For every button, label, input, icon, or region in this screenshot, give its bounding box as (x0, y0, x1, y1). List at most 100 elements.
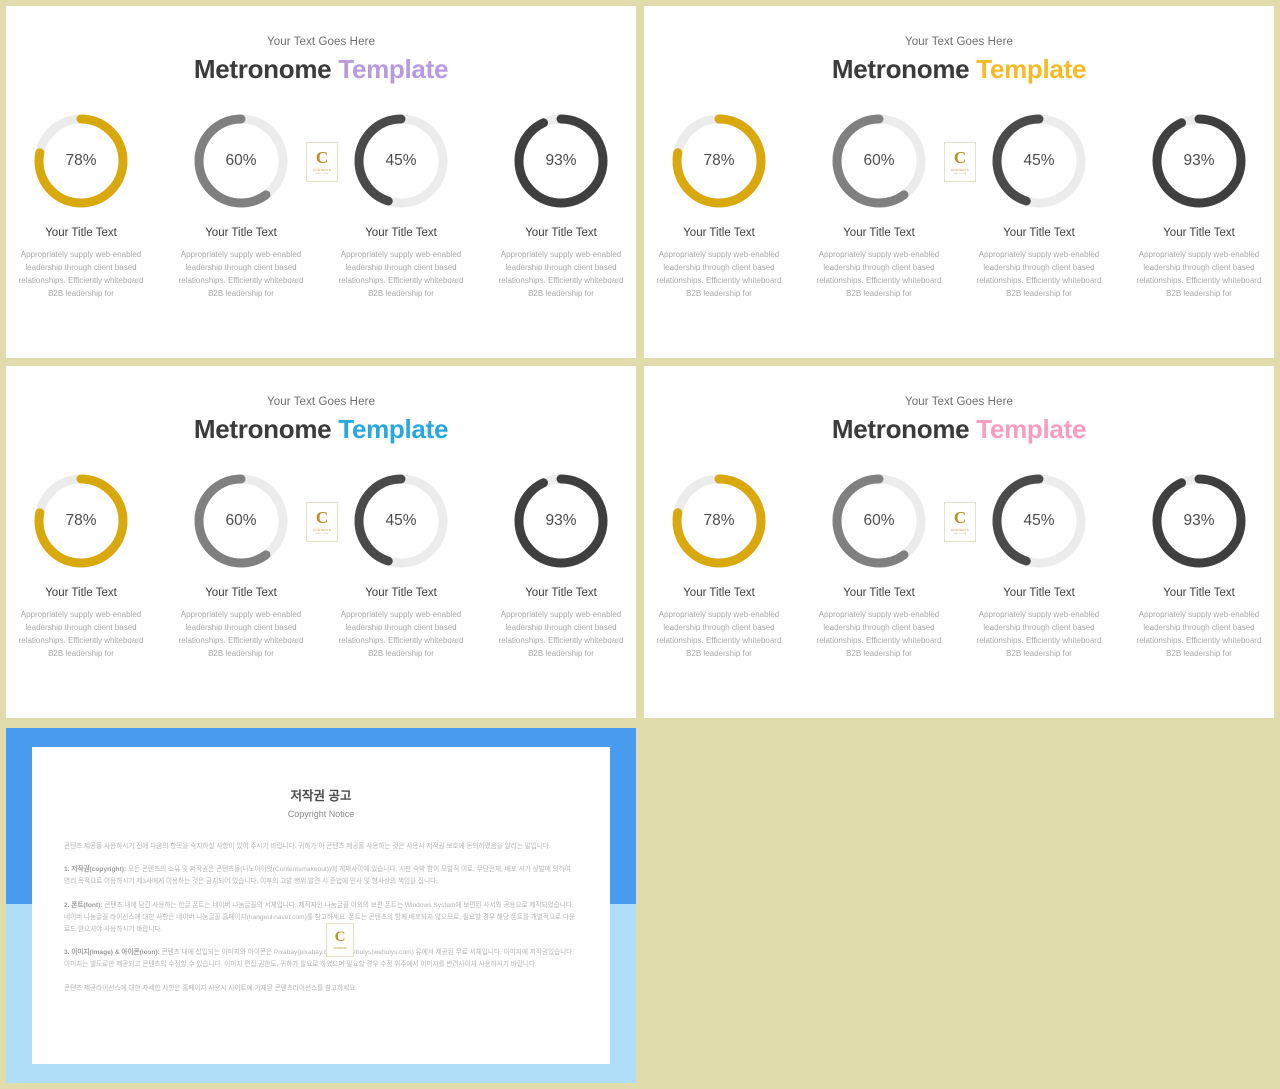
logo-mark: C (953, 508, 967, 527)
donut-chart-item: 93% Your Title Text Appropriately supply w… (499, 471, 623, 661)
donut-item-body: Appropriately supply web-enabled leaders… (178, 610, 304, 658)
donut-item-body: Appropriately supply web-enabled leaders… (338, 250, 464, 298)
logo-mark-sub: CONTENTS (333, 947, 347, 950)
donut-chart-item: 78% Your Title Text Appropriately supply w… (19, 471, 143, 661)
copyright-footer: 콘텐츠 제공라이선스에 대한 자세한 사항은 홈페이지 사용시 사이트에 기재된… (64, 984, 358, 992)
slide-headline: Metronome Template (6, 414, 636, 445)
donut-percent-label: 45% (385, 152, 417, 169)
donut-item-body: Appropriately supply web-enabled leaders… (976, 610, 1102, 658)
slide-eyebrow: Your Text Goes Here (266, 36, 376, 48)
copyright-section-heading: 3. 이미지(image) & 아이콘(icon): (64, 949, 160, 957)
donut-item-body: Appropriately supply web-enabled leaders… (338, 610, 464, 658)
donut-item-body: Appropriately supply web-enabled leaders… (18, 250, 144, 298)
donut-item-title: Your Title Text (683, 587, 755, 599)
copyright-intro: 콘텐츠 제공물 사용하시기 전에 다음의 항목을 숙지하실 사항이 있어 주시기… (64, 843, 551, 850)
donut-chart: 78% (669, 471, 769, 571)
donut-item-title: Your Title Text (1003, 227, 1075, 239)
headline-accent: Template (976, 414, 1087, 444)
donut-percent-label: 78% (65, 152, 97, 169)
donut-chart: 93% (511, 111, 611, 211)
headline-accent: Template (338, 414, 449, 444)
donut-percent-label: 93% (545, 512, 577, 529)
donut-item-title: Your Title Text (843, 587, 915, 599)
slide-eyebrow: Your Text Goes Here (904, 396, 1014, 408)
donut-item-title: Your Title Text (45, 587, 117, 599)
donut-item-title: Your Title Text (205, 227, 277, 239)
donut-percent-label: 45% (385, 512, 417, 529)
donut-chart: 60% (191, 111, 291, 211)
donut-percent-label: 93% (1183, 152, 1215, 169)
donut-chart-row: 78% Your Title Text Appropriately supply w… (644, 471, 1274, 661)
logo-mark-sub: CONTENTS (951, 528, 969, 532)
logo-mark-sub2: MALL COM (315, 533, 329, 535)
donut-chart: 93% (1149, 471, 1249, 571)
slide-eyebrow: Your Text Goes Here (904, 36, 1014, 48)
headline-accent: Template (338, 54, 449, 84)
contents-logo-icon: C CONTENTS MALL COM (306, 142, 338, 182)
donut-item-body: Appropriately supply web-enabled leaders… (656, 250, 782, 298)
donut-percent-label: 93% (1183, 512, 1215, 529)
donut-chart-item: 93% Your Title Text Appropriately supply w… (499, 111, 623, 301)
donut-item-body: Appropriately supply web-enabled leaders… (1136, 610, 1262, 658)
headline-primary: Metronome (193, 54, 332, 84)
donut-percent-label: 78% (703, 152, 735, 169)
logo-mark-sub: CONTENTS (313, 528, 331, 532)
donut-item-title: Your Title Text (1003, 587, 1075, 599)
donut-item-title: Your Title Text (525, 587, 597, 599)
donut-chart: 78% (669, 111, 769, 211)
donut-chart: 93% (1149, 111, 1249, 211)
donut-item-body: Appropriately supply web-enabled leaders… (1136, 250, 1262, 298)
copyright-section-text: 콘텐츠 내에 담긴 사용하는 한글 폰트는 네이버 나눔글꼴의 서체입니다. 제… (64, 901, 576, 933)
donut-item-body: Appropriately supply web-enabled leaders… (498, 250, 624, 298)
donut-chart-item: 60% Your Title Text Appropriately supply w… (179, 111, 303, 301)
donut-percent-label: 60% (225, 512, 257, 529)
donut-percent-label: 60% (863, 512, 895, 529)
donut-item-title: Your Title Text (1163, 227, 1235, 239)
slide-headline: Metronome Template (644, 54, 1274, 85)
donut-item-body: Appropriately supply web-enabled leaders… (178, 250, 304, 298)
logo-mark-sub2: MALL COM (953, 533, 967, 535)
donut-chart-item: 45% Your Title Text Appropriately supply w… (977, 111, 1101, 301)
copyright-section: 1. 저작권(copyright): 모든 콘텐츠의 소유 및 저작권은 콘텐츠… (64, 864, 578, 888)
slide-panel-copyright: 저작권 공고 Copyright Notice 콘텐츠 제공물 사용하시기 전에… (6, 728, 636, 1083)
donut-chart: 45% (989, 471, 1089, 571)
donut-chart: 78% (31, 471, 131, 571)
slide-panel-3: Your Text Goes Here Metronome Template 78… (6, 366, 636, 718)
copyright-section: 2. 폰트(font): 콘텐츠 내에 담긴 사용하는 한글 폰트는 네이버 나… (64, 900, 578, 937)
slide-eyebrow: Your Text Goes Here (266, 396, 376, 408)
donut-item-body: Appropriately supply web-enabled leaders… (498, 610, 624, 658)
slide-headline: Metronome Template (6, 54, 636, 85)
donut-chart-item: 78% Your Title Text Appropriately supply w… (19, 111, 143, 301)
donut-chart-item: 45% Your Title Text Appropriately supply w… (339, 111, 463, 301)
headline-primary: Metronome (831, 414, 970, 444)
donut-chart-item: 45% Your Title Text Appropriately supply w… (977, 471, 1101, 661)
donut-percent-label: 45% (1023, 512, 1055, 529)
donut-chart: 60% (829, 471, 929, 571)
donut-chart-item: 78% Your Title Text Appropriately supply w… (657, 111, 781, 301)
donut-percent-label: 60% (863, 152, 895, 169)
slide-panel-1: Your Text Goes Here Metronome Template 78… (6, 6, 636, 358)
headline-primary: Metronome (193, 414, 332, 444)
donut-chart: 60% (829, 111, 929, 211)
donut-item-body: Appropriately supply web-enabled leaders… (976, 250, 1102, 298)
copyright-body: 콘텐츠 제공물 사용하시기 전에 다음의 항목을 숙지하실 사항이 있어 주시기… (64, 841, 578, 995)
contents-logo-icon: C CONTENTS MALL COM (944, 142, 976, 182)
donut-item-body: Appropriately supply web-enabled leaders… (816, 250, 942, 298)
donut-item-title: Your Title Text (205, 587, 277, 599)
contents-logo-icon: C CONTENTS (326, 923, 354, 957)
copyright-sheet: 저작권 공고 Copyright Notice 콘텐츠 제공물 사용하시기 전에… (32, 747, 610, 1064)
donut-item-title: Your Title Text (365, 227, 437, 239)
logo-mark: C (953, 148, 967, 167)
copyright-section: 3. 이미지(image) & 아이콘(icon): 콘텐츠 내에 삽입되는 이… (64, 947, 578, 971)
donut-chart-row: 78% Your Title Text Appropriately supply w… (6, 111, 636, 301)
donut-chart: 93% (511, 471, 611, 571)
donut-item-body: Appropriately supply web-enabled leaders… (18, 610, 144, 658)
logo-mark-sub: CONTENTS (951, 168, 969, 172)
donut-item-title: Your Title Text (683, 227, 755, 239)
donut-percent-label: 78% (703, 512, 735, 529)
donut-item-title: Your Title Text (365, 587, 437, 599)
donut-chart: 45% (351, 111, 451, 211)
donut-item-body: Appropriately supply web-enabled leaders… (816, 610, 942, 658)
donut-chart-item: 60% Your Title Text Appropriately supply w… (817, 471, 941, 661)
donut-chart-item: 60% Your Title Text Appropriately supply w… (179, 471, 303, 661)
